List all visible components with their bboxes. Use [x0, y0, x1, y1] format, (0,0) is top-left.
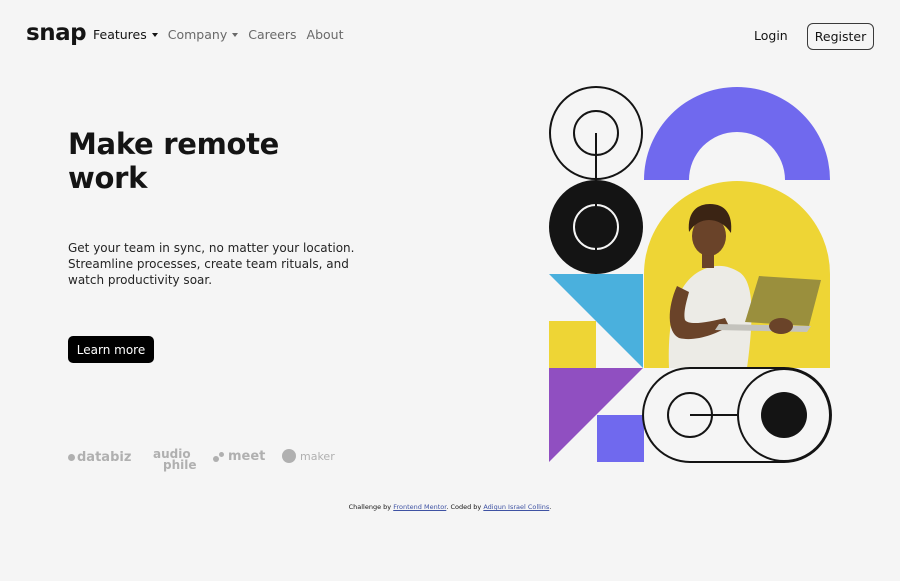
- main-nav: Features Company Careers About: [93, 27, 343, 42]
- snap-logo[interactable]: snap: [26, 20, 87, 46]
- frontend-mentor-link[interactable]: Frontend Mentor: [393, 503, 446, 511]
- nav-item-label: Company: [167, 27, 228, 42]
- purple-square-shape: [597, 415, 644, 462]
- login-link[interactable]: Login: [754, 28, 788, 43]
- nav-item-about[interactable]: About: [307, 27, 344, 42]
- nav-item-features[interactable]: Features: [93, 27, 158, 42]
- nav-item-label: About: [306, 27, 344, 42]
- chevron-down-icon: [232, 32, 239, 37]
- attribution: Challenge by Frontend Mentor. Coded by A…: [0, 503, 900, 511]
- attribution-prefix: Challenge by: [348, 503, 394, 511]
- nav-item-company[interactable]: Company: [167, 27, 239, 42]
- maker-text: maker: [300, 449, 335, 463]
- meet-logo: meet: [213, 449, 265, 464]
- audiophile-logo: audio phile: [153, 448, 197, 472]
- site-header: snap Features Company Careers About Logi…: [0, 0, 900, 72]
- purple-arch-shape: [644, 87, 830, 180]
- hero-title: Make remote work: [68, 127, 280, 195]
- databiz-dot-icon: [68, 454, 75, 461]
- nav-item-careers[interactable]: Careers: [248, 27, 296, 42]
- chevron-down-icon: [151, 32, 158, 37]
- hero-description: Get your team in sync, no matter your lo…: [68, 241, 355, 287]
- nav-item-label: Features: [93, 27, 147, 42]
- learn-more-button[interactable]: Learn more: [68, 336, 154, 363]
- meet-dots-icon: [213, 451, 225, 463]
- databiz-text: databiz: [77, 450, 132, 465]
- yellow-square-shape: [549, 321, 596, 368]
- author-link[interactable]: Adigun Israel Collins: [483, 503, 549, 511]
- maker-mark-icon: [282, 449, 296, 463]
- audiophile-text-line2: phile: [163, 458, 197, 472]
- nav-item-label: Careers: [248, 27, 297, 42]
- maker-logo: maker: [282, 449, 335, 463]
- attribution-middle: . Coded by: [446, 503, 484, 511]
- attribution-suffix: .: [549, 503, 552, 511]
- black-dot-shape: [761, 392, 807, 438]
- register-button[interactable]: Register: [807, 23, 874, 50]
- meet-text: meet: [228, 449, 266, 464]
- databiz-logo: databiz: [68, 450, 131, 465]
- hero-illustration: [549, 86, 832, 463]
